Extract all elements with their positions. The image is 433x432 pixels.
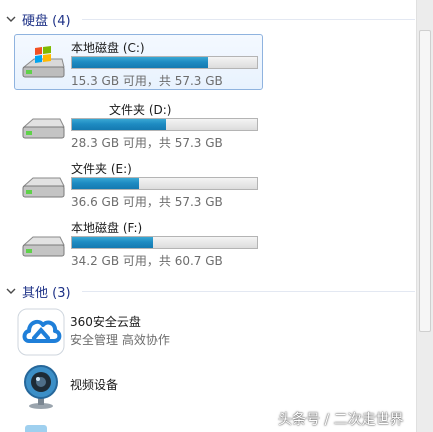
vertical-scrollbar[interactable] [416, 0, 433, 432]
watermark-text: 头条号 / 二次走世界 [278, 412, 404, 428]
drive-d[interactable]: 文件夹 (D:) 28.3 GB 可用，共 57.3 GB [14, 96, 263, 152]
group-divider [82, 19, 415, 20]
drive-name: 文件夹 (E:) [71, 162, 132, 176]
drive-space-info: 36.6 GB 可用，共 57.3 GB [71, 195, 223, 209]
hard-drive-icon [22, 236, 65, 257]
chevron-down-icon[interactable] [6, 14, 16, 24]
group-header-drives[interactable]: 硬盘 (4) [0, 9, 415, 29]
device-subtitle: 安全管理 高效协作 [70, 333, 170, 347]
hard-drive-icon [22, 118, 65, 139]
group-title: 硬盘 (4) [22, 14, 71, 29]
drive-name: 本地磁盘 (C:) [71, 41, 145, 55]
drive-c[interactable]: 本地磁盘 (C:) 15.3 GB 可用，共 57.3 GB [14, 34, 263, 90]
device-name: 视频设备 [70, 378, 119, 392]
partial-item-icon [25, 425, 47, 432]
drive-usage-bar [71, 177, 258, 190]
chevron-down-icon[interactable] [6, 286, 16, 296]
group-header-other[interactable]: 其他 (3) [0, 281, 415, 301]
drive-e[interactable]: 文件夹 (E:) 36.6 GB 可用，共 57.3 GB [14, 155, 263, 211]
device-name: 360安全云盘 [70, 315, 141, 329]
drive-usage-bar [71, 118, 258, 131]
hard-drive-icon [22, 177, 65, 198]
drive-name: 文件夹 (D:) [109, 103, 172, 117]
drive-space-info: 15.3 GB 可用，共 57.3 GB [71, 74, 223, 88]
drive-f[interactable]: 本地磁盘 (F:) 34.2 GB 可用，共 60.7 GB [14, 214, 263, 270]
drive-usage-bar [71, 56, 258, 69]
drive-space-info: 28.3 GB 可用，共 57.3 GB [71, 136, 223, 150]
group-divider [82, 291, 415, 292]
scrollbar-thumb[interactable] [419, 30, 431, 332]
drive-usage-bar [71, 236, 258, 249]
drive-name: 本地磁盘 (F:) [71, 221, 143, 235]
group-title: 其他 (3) [22, 286, 71, 301]
webcam-icon [24, 365, 58, 409]
drive-space-info: 34.2 GB 可用，共 60.7 GB [71, 254, 223, 268]
device-video[interactable]: 视频设备 [14, 358, 274, 412]
windows-drive-icon [22, 46, 65, 78]
device-360-cloud[interactable]: 360安全云盘 安全管理 高效协作 [14, 304, 274, 358]
cloud-icon [17, 308, 65, 356]
